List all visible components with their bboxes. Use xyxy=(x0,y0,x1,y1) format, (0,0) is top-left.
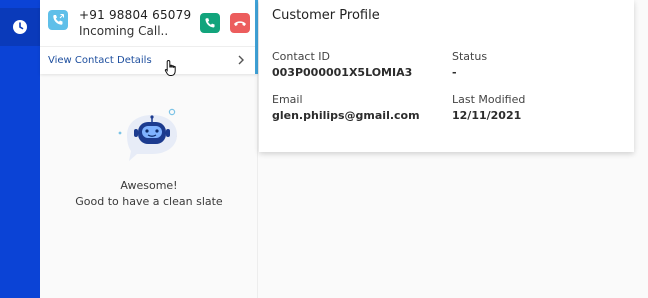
contact-id-label: Contact ID xyxy=(272,50,331,63)
call-status-text: Incoming Call.. xyxy=(79,24,169,38)
caller-phone-number: +91 98804 65079 xyxy=(79,8,192,22)
incoming-call-card: +91 98804 65079 Incoming Call.. View Con… xyxy=(40,0,258,76)
card-accent-bar xyxy=(255,0,258,74)
left-rail xyxy=(0,0,40,298)
hand-cursor-icon xyxy=(164,59,176,76)
view-contact-details-link[interactable]: View Contact Details xyxy=(48,55,152,66)
email-value: glen.philips@gmail.com xyxy=(272,109,420,122)
incoming-call-icon xyxy=(48,10,68,30)
chatbot-illustration xyxy=(118,108,177,161)
last-modified-value: 12/11/2021 xyxy=(452,109,522,122)
decline-call-button[interactable] xyxy=(230,13,250,33)
phone-icon xyxy=(205,18,215,28)
customer-profile-card: Customer Profile Contact ID 003P000001X5… xyxy=(259,0,634,152)
empty-state-message: Good to have a clean slate xyxy=(75,195,223,208)
activity-panel: +91 98804 65079 Incoming Call.. View Con… xyxy=(40,0,258,298)
chevron-right-icon[interactable] xyxy=(235,54,247,66)
app-root: +91 98804 65079 Incoming Call.. View Con… xyxy=(0,0,648,298)
profile-title: Customer Profile xyxy=(272,8,380,23)
last-modified-label: Last Modified xyxy=(452,93,526,106)
status-value: - xyxy=(452,66,457,79)
status-label: Status xyxy=(452,50,488,63)
empty-state-heading: Awesome! xyxy=(120,179,178,192)
accept-call-button[interactable] xyxy=(200,13,220,33)
recent-activity-button[interactable] xyxy=(0,8,40,46)
card-divider xyxy=(40,46,255,47)
hang-up-icon xyxy=(234,21,246,26)
contact-id-value: 003P000001X5LOMIA3 xyxy=(272,66,413,79)
clock-icon xyxy=(13,20,27,34)
email-label: Email xyxy=(272,93,303,106)
